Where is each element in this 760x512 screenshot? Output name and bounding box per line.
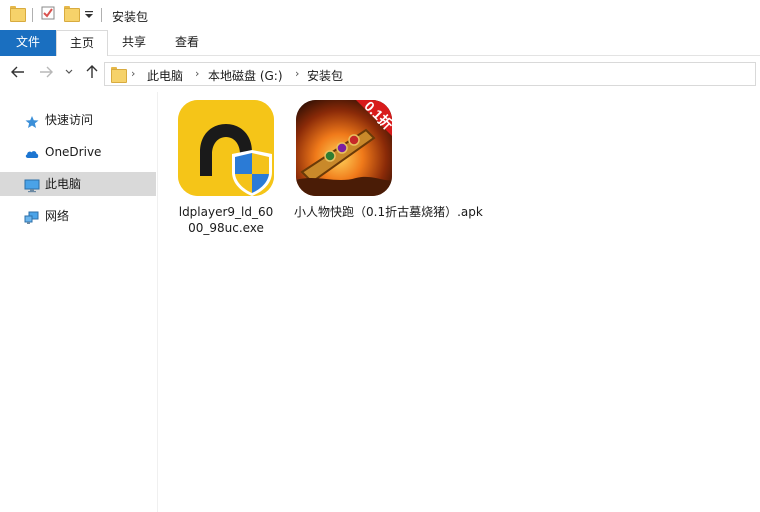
file-name-line1: ldplayer9_ld_60 (178, 205, 274, 219)
address-bar[interactable]: › 此电脑 › 本地磁盘 (G:) › 安装包 (104, 62, 756, 86)
chevron-down-icon[interactable] (62, 64, 76, 84)
tab-view[interactable]: 查看 (162, 30, 212, 56)
new-folder-icon[interactable] (64, 6, 80, 22)
monitor-icon (24, 177, 40, 193)
ribbon: 文件 主页 共享 查看 (0, 30, 760, 57)
customize-dropdown-icon[interactable] (84, 6, 94, 25)
network-icon (24, 209, 40, 224)
sidebar-item-this-pc[interactable]: 此电脑 (0, 172, 156, 196)
divider (32, 8, 33, 22)
navigation-bar: › 此电脑 › 本地磁盘 (G:) › 安装包 (0, 56, 760, 92)
chevron-right-icon[interactable]: › (295, 67, 299, 80)
tab-share[interactable]: 共享 (110, 30, 158, 56)
file-name-line2: 00_98uc.exe (188, 221, 264, 235)
sidebar-item-network[interactable]: 网络 (0, 204, 156, 228)
navigation-pane: 快速访问 OneDrive 此电脑 网络 (0, 92, 158, 512)
chevron-right-icon[interactable]: › (195, 67, 199, 80)
chevron-right-icon[interactable]: › (131, 67, 135, 80)
sidebar-item-label: 此电脑 (45, 177, 82, 191)
arrow-up-icon[interactable] (82, 64, 102, 84)
star-icon (24, 113, 40, 128)
tab-home[interactable]: 主页 (56, 30, 108, 57)
breadcrumb-this-pc[interactable]: 此电脑 (147, 67, 183, 84)
divider (101, 8, 102, 22)
folder-icon (111, 67, 127, 83)
breadcrumb-current-folder[interactable]: 安装包 (307, 67, 343, 84)
sidebar-item-label: 网络 (45, 209, 70, 223)
sidebar-item-label: OneDrive (45, 145, 102, 159)
sidebar-item-label: 快速访问 (45, 113, 94, 127)
ldplayer-app-icon (178, 100, 274, 196)
file-name: ldplayer9_ld_60 00_98uc.exe (174, 204, 278, 236)
arrow-left-icon[interactable] (8, 64, 28, 84)
file-name: 小人物快跑（0.1折古墓烧猪）.apk (294, 205, 483, 219)
properties-icon[interactable] (40, 5, 56, 24)
tab-file[interactable]: 文件 (0, 30, 56, 56)
breadcrumb-local-disk[interactable]: 本地磁盘 (G:) (208, 67, 283, 84)
cloud-icon (24, 145, 40, 159)
sidebar-item-quick-access[interactable]: 快速访问 (0, 108, 156, 132)
title-bar: 安装包 (0, 0, 760, 30)
game-apk-icon: 0.1折 (296, 100, 392, 196)
file-list: ldplayer9_ld_60 00_98uc.exe 0.1折 小人物快跑（0… (160, 92, 760, 512)
sidebar-item-onedrive[interactable]: OneDrive (0, 140, 156, 164)
folder-icon (10, 6, 26, 22)
window-title: 安装包 (112, 10, 149, 24)
arrow-right-icon[interactable] (36, 64, 56, 84)
